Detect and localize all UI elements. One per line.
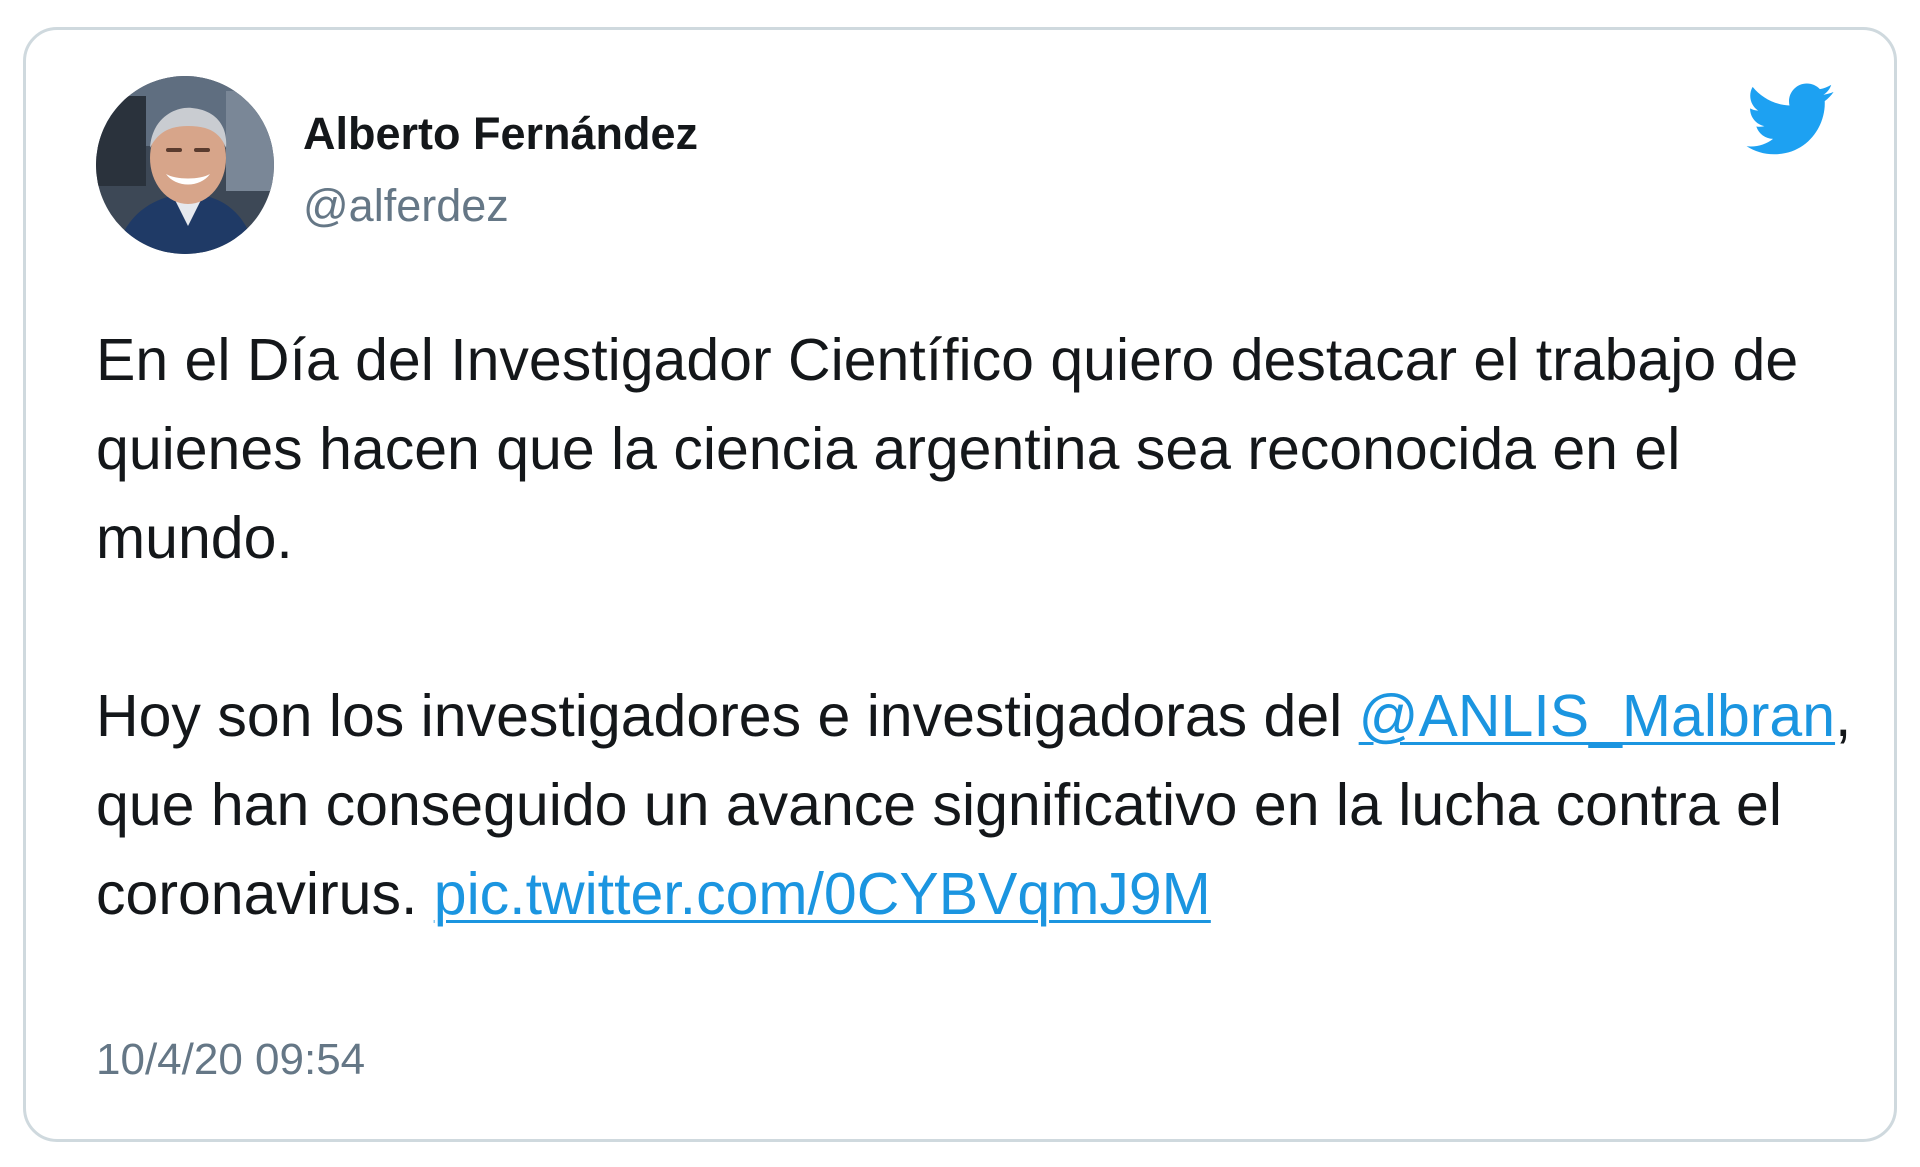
tweet-card: Alberto Fernández @alferdez En el Día de…	[23, 27, 1897, 1142]
mention-link[interactable]: @ANLIS_Malbran	[1359, 683, 1835, 749]
avatar-photo	[96, 76, 274, 254]
paragraph-2-intro: Hoy son los investigadores e investigado…	[96, 683, 1359, 749]
media-link[interactable]: pic.twitter.com/0CYBVqmJ9M	[434, 861, 1211, 927]
tweet-timestamp[interactable]: 10/4/20 09:54	[96, 1035, 365, 1085]
tweet-paragraph-1: En el Día del Investigador Científico qu…	[96, 327, 1799, 571]
tweet-text: En el Día del Investigador Científico qu…	[96, 316, 1856, 939]
tweet-paragraph-2: Hoy son los investigadores e investigado…	[96, 672, 1856, 939]
author-avatar[interactable]	[96, 76, 274, 254]
author-display-name[interactable]: Alberto Fernández	[303, 108, 698, 160]
twitter-bird-icon[interactable]	[1743, 73, 1835, 165]
author-handle[interactable]: @alferdez	[303, 180, 509, 232]
